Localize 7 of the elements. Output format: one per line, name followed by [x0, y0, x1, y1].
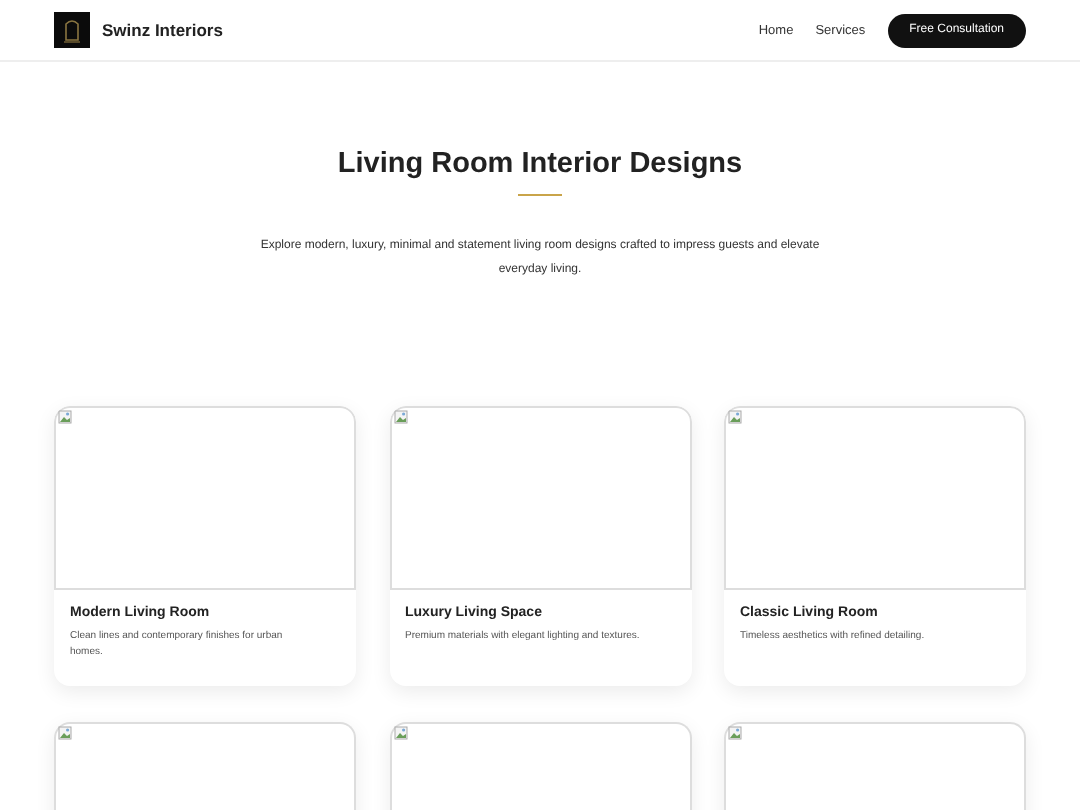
broken-image-icon [728, 410, 742, 424]
title-underline [518, 194, 562, 196]
broken-image-icon [393, 410, 407, 424]
page-title: Living Room Interior Designs [337, 148, 743, 180]
logo-icon [54, 12, 90, 48]
brand-name: Swinz Interiors [102, 20, 223, 40]
broken-image-icon [58, 410, 72, 424]
